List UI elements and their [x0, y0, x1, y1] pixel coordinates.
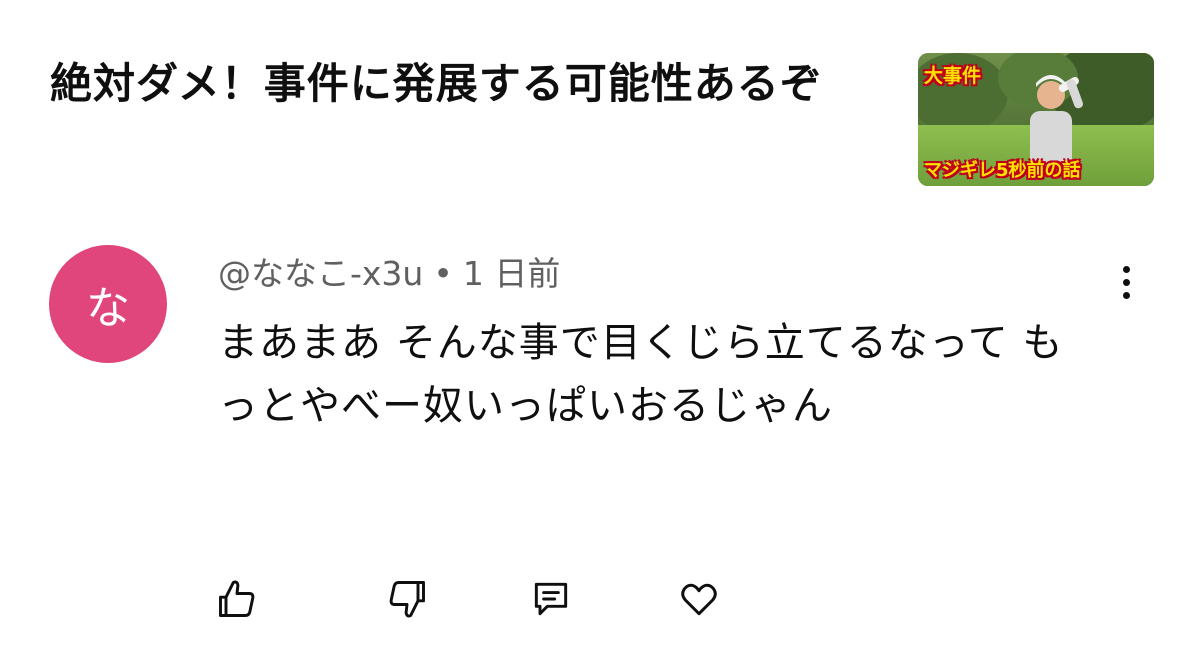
thumbnail-bottom-text: マジギレ5秒前の話: [924, 160, 1081, 181]
comment-author[interactable]: @ななこ-x3u: [218, 254, 423, 293]
heart-icon: [681, 583, 717, 616]
heart-button[interactable]: [674, 574, 724, 624]
thumbs-down-icon: [389, 581, 425, 618]
comment-view: 絶対ダメ！事件に発展する可能性あるぞ 大事件 マジギレ5秒前の話 な @ななこ-…: [0, 0, 1200, 645]
meta-separator: •: [433, 254, 453, 293]
avatar[interactable]: な: [49, 245, 167, 363]
dislike-button[interactable]: [382, 574, 432, 624]
comment-actions: [0, 574, 1200, 624]
video-title[interactable]: 絶対ダメ！事件に発展する可能性あるぞ: [50, 52, 870, 115]
comment-timestamp[interactable]: 1 日前: [463, 254, 561, 293]
like-button[interactable]: [212, 574, 262, 624]
reply-comment-icon: [534, 582, 568, 616]
thumbnail-top-text: 大事件: [924, 65, 982, 87]
comment-meta: @ななこ-x3u • 1 日前: [218, 250, 560, 298]
more-vertical-icon[interactable]: [1108, 262, 1144, 302]
reply-button[interactable]: [526, 574, 576, 624]
video-thumbnail[interactable]: 大事件 マジギレ5秒前の話: [918, 53, 1154, 186]
menu-dot: [1122, 265, 1130, 273]
comment-text: まあまあ そんな事で目くじら立てるなって もっとやべー奴いっぱいおるじゃん: [218, 320, 1064, 429]
thumbs-up-icon: [219, 580, 255, 617]
menu-dot: [1122, 278, 1130, 286]
menu-dot: [1122, 291, 1130, 299]
avatar-initial: な: [86, 283, 130, 334]
